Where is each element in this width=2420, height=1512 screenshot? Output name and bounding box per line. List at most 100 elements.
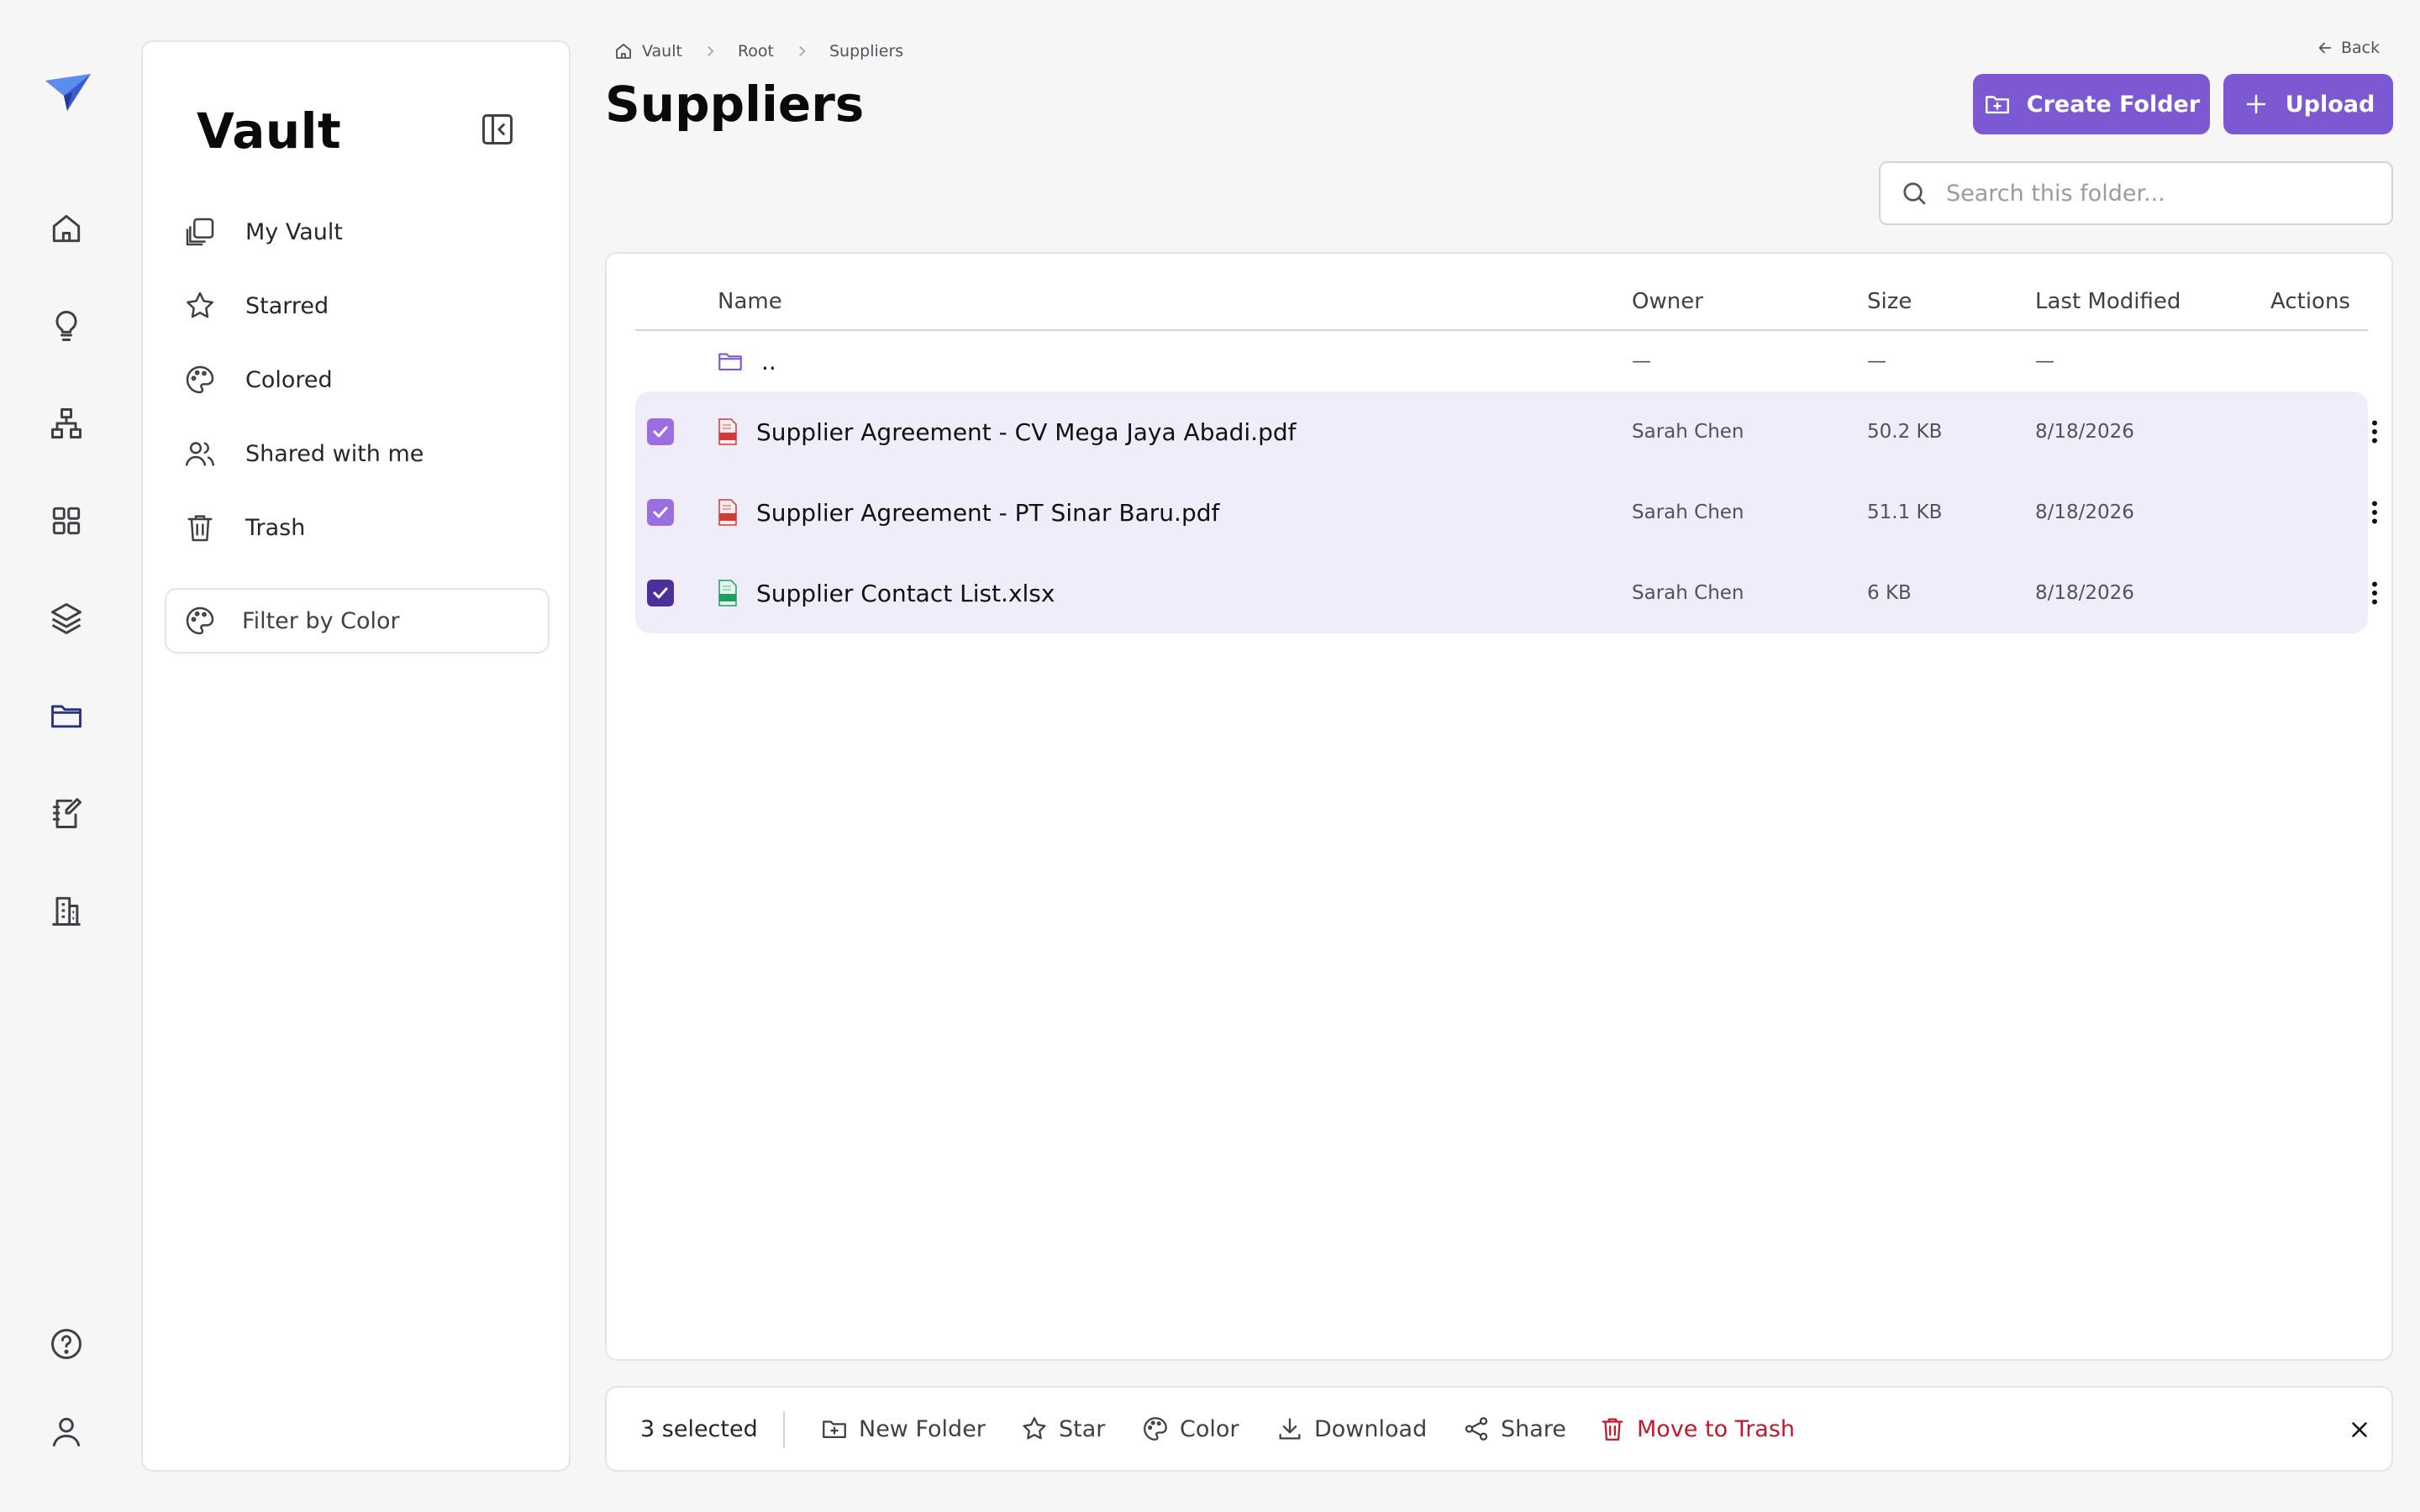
sidebar-item-label: Shared with me [245, 440, 424, 467]
sidebar-item-my-vault[interactable]: My Vault [176, 205, 538, 259]
owner-cell: Sarah Chen [1632, 501, 1744, 523]
modified-cell: 8/18/2026 [2035, 582, 2134, 604]
palette-icon [1144, 1417, 1167, 1441]
more-actions-icon[interactable] [2358, 496, 2391, 529]
table-row[interactable]: Supplier Agreement - CV Mega Jaya Abadi.… [635, 391, 2377, 472]
filter-by-color-label: Filter by Color [242, 607, 400, 634]
lightbulb-icon[interactable] [46, 306, 87, 346]
table-row[interactable]: Supplier Agreement - PT Sinar Baru.pdf S… [635, 472, 2377, 553]
parent-folder-row[interactable]: .. — — — [635, 331, 2368, 391]
sidebar-title: Vault [197, 102, 342, 160]
back-link[interactable]: Back [2316, 39, 2380, 57]
sidebar-item-colored[interactable]: Colored [176, 353, 538, 407]
home-icon[interactable] [46, 208, 87, 249]
sidebar-item-label: Starred [245, 292, 329, 319]
star-button[interactable]: Star [1020, 1388, 1105, 1470]
selection-action-bar: 3 selected New Folder Star Color Downloa… [605, 1386, 2393, 1472]
layers-icon[interactable] [46, 598, 87, 638]
breadcrumb-current: Suppliers [829, 42, 904, 60]
share-button[interactable]: Share [1462, 1388, 1566, 1470]
palette-icon [182, 361, 218, 398]
star-icon [182, 287, 218, 324]
file-table: Name Owner Size Last Modified Actions ..… [605, 252, 2393, 1361]
size-cell: 51.1 KB [1867, 501, 1943, 523]
owner-cell: — [1632, 350, 1651, 372]
download-label: Download [1314, 1415, 1428, 1442]
more-actions-icon[interactable] [2358, 576, 2391, 610]
share-label: Share [1501, 1415, 1566, 1442]
breadcrumb-vault[interactable]: Vault [613, 41, 682, 61]
hierarchy-icon[interactable] [46, 403, 87, 444]
size-cell: 6 KB [1867, 582, 1912, 604]
color-button[interactable]: Color [1141, 1388, 1239, 1470]
sidebar-item-label: My Vault [245, 218, 343, 245]
close-icon[interactable] [2343, 1413, 2376, 1446]
download-icon [1279, 1418, 1301, 1440]
sidebar-item-starred[interactable]: Starred [176, 279, 538, 333]
download-button[interactable]: Download [1276, 1388, 1427, 1470]
collapse-sidebar-icon[interactable] [477, 109, 518, 150]
chevron-right-icon [708, 45, 714, 57]
upload-button[interactable]: Upload [2223, 74, 2393, 134]
sidebar-item-label: Trash [245, 514, 306, 541]
share-icon [1465, 1417, 1488, 1441]
modified-cell: 8/18/2026 [2035, 421, 2134, 443]
user-profile-icon[interactable] [46, 1411, 87, 1452]
more-actions-icon[interactable] [2358, 415, 2391, 449]
new-folder-button[interactable]: New Folder [820, 1388, 986, 1470]
column-header-last-modified[interactable]: Last Modified [2035, 289, 2181, 314]
modified-cell: — [2035, 350, 2054, 372]
row-checkbox[interactable] [647, 418, 674, 445]
help-icon[interactable] [46, 1324, 87, 1364]
row-checkbox[interactable] [647, 499, 674, 526]
search-input[interactable] [1946, 180, 2366, 207]
sidebar-item-shared-with-me[interactable]: Shared with me [176, 427, 538, 480]
column-header-owner[interactable]: Owner [1632, 289, 1703, 314]
notebook-edit-icon[interactable] [46, 793, 87, 833]
filter-by-color-button[interactable]: Filter by Color [165, 588, 550, 654]
create-folder-button[interactable]: Create Folder [1973, 74, 2210, 134]
folder-icon [718, 353, 742, 370]
back-label: Back [2341, 39, 2381, 57]
search-icon [1903, 182, 1926, 205]
home-icon [616, 44, 631, 59]
trash-icon [1602, 1418, 1623, 1441]
column-header-size[interactable]: Size [1867, 289, 1912, 314]
new-folder-label: New Folder [859, 1415, 986, 1442]
color-label: Color [1180, 1415, 1239, 1442]
breadcrumb-label: Vault [642, 42, 682, 60]
name-cell: Supplier Contact List.xlsx [716, 553, 1055, 633]
row-checkbox[interactable] [647, 580, 674, 606]
palette-icon [182, 602, 218, 639]
parent-folder-cell: .. [716, 331, 776, 391]
brand-logo-icon[interactable] [42, 72, 92, 114]
create-folder-label: Create Folder [2026, 91, 2201, 118]
building-icon[interactable] [46, 890, 87, 931]
column-header-actions: Actions [2270, 289, 2350, 314]
chevron-right-icon [799, 45, 806, 57]
move-to-trash-button[interactable]: Move to Trash [1598, 1388, 1795, 1470]
file-name: Supplier Agreement - CV Mega Jaya Abadi.… [756, 417, 1297, 446]
owner-cell: Sarah Chen [1632, 582, 1744, 604]
check-icon [653, 426, 668, 438]
folder-icon[interactable] [46, 696, 87, 736]
grid-icon[interactable] [46, 501, 87, 541]
breadcrumb-root[interactable]: Root [738, 42, 774, 60]
copy-icon [182, 213, 218, 250]
users-icon [182, 435, 218, 472]
column-header-name[interactable]: Name [718, 289, 782, 314]
table-row[interactable]: Supplier Contact List.xlsx Sarah Chen 6 … [635, 553, 2377, 633]
check-icon [653, 587, 668, 599]
trash-icon [182, 509, 218, 546]
sidebar-item-trash[interactable]: Trash [176, 501, 538, 554]
size-cell: 50.2 KB [1867, 421, 1943, 443]
vault-sidebar: Vault My Vault Starred Colored Shared wi… [141, 40, 571, 1472]
breadcrumb: Vault Root Suppliers [613, 39, 903, 64]
app-rail [0, 0, 134, 1512]
check-icon [653, 507, 668, 518]
pdf-file-icon [718, 499, 737, 526]
plus-icon [2246, 94, 2265, 114]
star-label: Star [1059, 1415, 1106, 1442]
folder-search [1879, 161, 2393, 225]
folder-plus-icon [1985, 96, 2009, 114]
